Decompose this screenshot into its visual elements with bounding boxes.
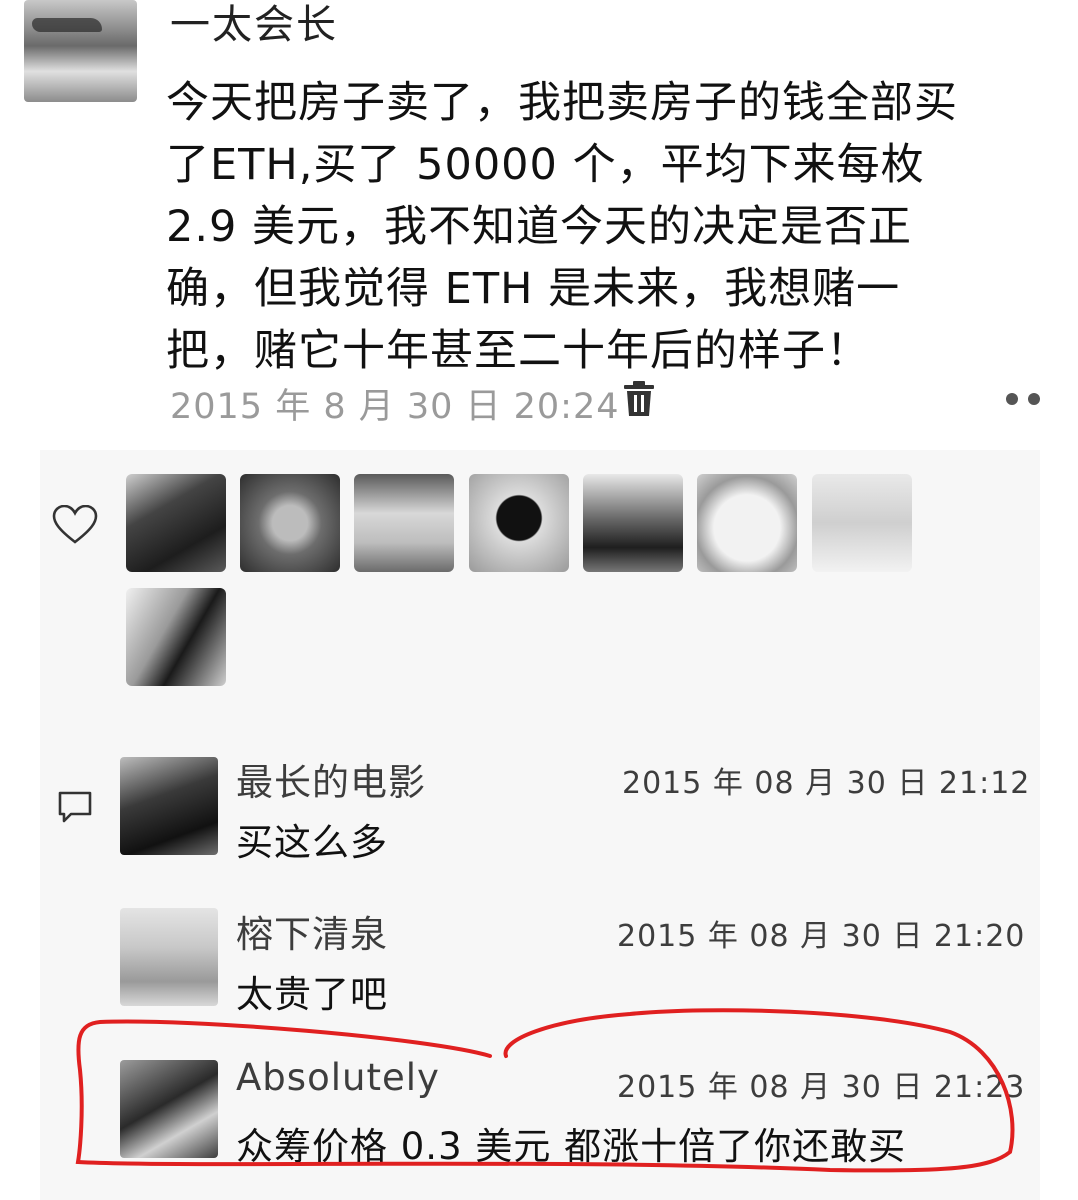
comment-timestamp: 2015 年 08 月 30 日 21:23 xyxy=(617,1070,1026,1105)
post-timestamp: 2015 年 8 月 30 日 20:24 xyxy=(170,387,620,427)
commenter-avatar[interactable] xyxy=(120,908,218,1006)
trash-icon[interactable] xyxy=(622,380,656,418)
author-avatar[interactable] xyxy=(24,0,137,102)
heart-icon xyxy=(52,505,98,544)
liker-avatar-2[interactable] xyxy=(240,474,340,572)
comment-text[interactable]: 众筹价格 0.3 美元 都涨十倍了你还敢买 xyxy=(236,1116,906,1170)
liker-avatar-7[interactable] xyxy=(812,474,912,572)
more-options-button[interactable] xyxy=(1006,393,1046,407)
commenter-avatar[interactable] xyxy=(120,1060,218,1158)
liker-avatar-6[interactable] xyxy=(697,474,797,572)
liker-avatar-1[interactable] xyxy=(126,474,226,572)
commenter-name[interactable]: Absolutely xyxy=(236,1056,440,1099)
liker-avatar-8[interactable] xyxy=(126,588,226,686)
liker-avatar-3[interactable] xyxy=(354,474,454,572)
author-name[interactable]: 一太会长 xyxy=(170,0,338,50)
comment-icon xyxy=(58,791,92,823)
comment-text[interactable]: 太贵了吧 xyxy=(236,964,388,1018)
comment-text[interactable]: 买这么多 xyxy=(236,812,388,866)
liker-avatar-4[interactable] xyxy=(469,474,569,572)
comment-timestamp: 2015 年 08 月 30 日 21:20 xyxy=(617,919,1026,954)
commenter-name[interactable]: 最长的电影 xyxy=(236,752,426,806)
liker-avatar-5[interactable] xyxy=(583,474,683,572)
comment-timestamp: 2015 年 08 月 30 日 21:12 xyxy=(622,766,1031,801)
commenter-name[interactable]: 榕下清泉 xyxy=(236,904,388,958)
commenter-avatar[interactable] xyxy=(120,757,218,855)
post-text: 今天把房子卖了，我把卖房子的钱全部买 了ETH,买了 50000 个，平均下来每… xyxy=(166,78,958,376)
